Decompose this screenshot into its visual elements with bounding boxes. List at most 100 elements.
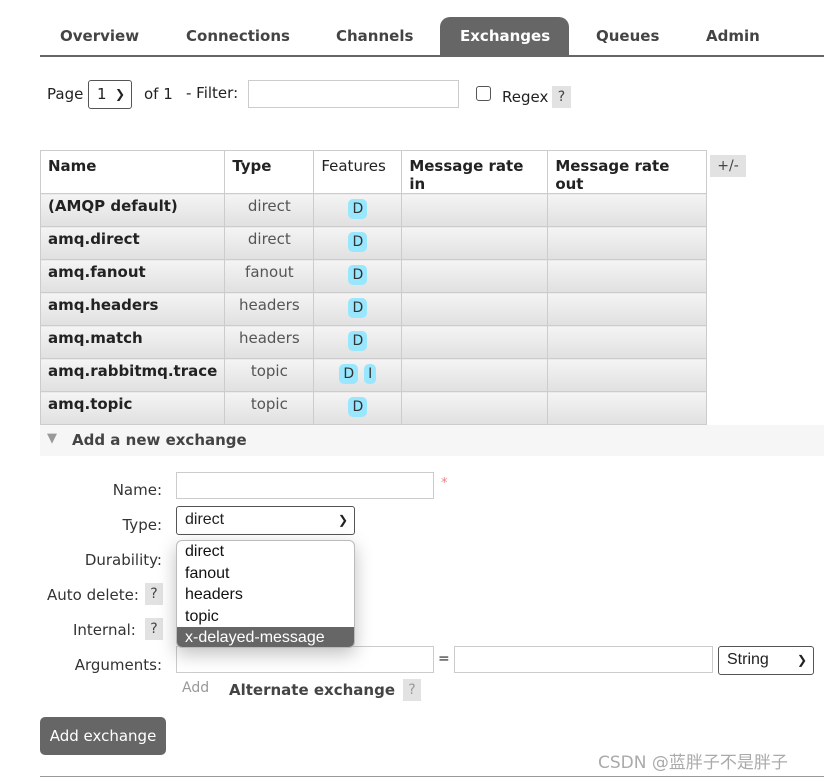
rate-in-cell [401, 259, 549, 293]
chevron-down-icon: ❯ [796, 653, 807, 667]
rate-out-cell [547, 193, 708, 227]
exchange-type: headers [224, 292, 315, 326]
exchange-name-link[interactable]: amq.topic [39, 391, 226, 425]
add-exchange-section-header[interactable]: ▼ Add a new exchange [40, 425, 824, 456]
auto-delete-help-button[interactable]: ? [145, 583, 163, 605]
section-title: Add a new exchange [72, 431, 247, 449]
exchanges-table: Name Type Features Message rate in Messa… [39, 150, 708, 425]
features-cell: D [313, 226, 403, 260]
table-row[interactable]: amq.headers headers D [39, 292, 708, 326]
type-option[interactable]: x-delayed-message [177, 627, 354, 647]
table-row[interactable]: (AMQP default) direct D [39, 193, 708, 227]
col-features: Features [313, 150, 403, 194]
regex-checkbox[interactable] [476, 86, 491, 101]
table-row[interactable]: amq.fanout fanout D [39, 259, 708, 293]
exchange-name-link[interactable]: amq.fanout [39, 259, 226, 293]
exchange-type: direct [224, 226, 315, 260]
tab-exchanges[interactable]: Exchanges [440, 17, 569, 56]
exchange-type: topic [224, 358, 315, 392]
equals-sign: = [438, 651, 450, 667]
type-dropdown-list: direct fanout headers topic x-delayed-messag… [176, 540, 355, 648]
page-label: Page [47, 85, 84, 103]
rate-in-cell [401, 391, 549, 425]
feature-badge: D [348, 397, 368, 417]
rate-in-cell [401, 358, 549, 392]
watermark: CSDN @蓝胖子不是胖子 [598, 753, 788, 773]
filter-input[interactable] [248, 80, 459, 108]
filter-label: - Filter: [186, 84, 239, 102]
col-name[interactable]: Name [39, 150, 226, 194]
argument-key-input[interactable] [176, 646, 434, 673]
rate-in-cell [401, 193, 549, 227]
arguments-label: Arguments: [74, 656, 162, 674]
exchange-name-link[interactable]: amq.rabbitmq.trace [39, 358, 226, 392]
add-argument-link[interactable]: Add [182, 680, 209, 696]
feature-badge: I [364, 364, 377, 384]
internal-label: Internal: [73, 621, 136, 639]
exchange-name-link[interactable]: (AMQP default) [39, 193, 226, 227]
page-value: 1 [97, 85, 107, 103]
features-cell: DI [313, 358, 403, 392]
auto-delete-label: Auto delete: [47, 586, 139, 604]
type-option[interactable]: headers [177, 584, 354, 606]
alternate-exchange-help-button[interactable]: ? [403, 679, 421, 701]
exchange-type: topic [224, 391, 315, 425]
col-type[interactable]: Type [224, 150, 315, 194]
rate-in-cell [401, 292, 549, 326]
table-row[interactable]: amq.direct direct D [39, 226, 708, 260]
tab-channels[interactable]: Channels [316, 17, 433, 56]
rate-out-cell [547, 226, 708, 260]
type-value: direct [185, 511, 225, 528]
rate-out-cell [547, 358, 708, 392]
rate-out-cell [547, 391, 708, 425]
type-option[interactable]: topic [177, 606, 354, 628]
exchange-name-link[interactable]: amq.match [39, 325, 226, 359]
features-cell: D [313, 193, 403, 227]
exchange-name-link[interactable]: amq.direct [39, 226, 226, 260]
argument-value-input[interactable] [454, 646, 713, 673]
nav-tabs: Overview Connections Channels Exchanges … [40, 17, 824, 57]
exchange-type: direct [224, 193, 315, 227]
exchange-type: fanout [224, 259, 315, 293]
rate-out-cell [547, 259, 708, 293]
toggle-columns-button[interactable]: +/- [710, 155, 746, 177]
col-rate-out: Message rate out [547, 150, 708, 194]
rate-in-cell [401, 226, 549, 260]
table-row[interactable]: amq.rabbitmq.trace topic D I [39, 358, 708, 392]
alternate-exchange-link[interactable]: Alternate exchange [229, 681, 395, 699]
page-select[interactable]: 1 ❯ [88, 80, 132, 109]
col-rate-in: Message rate in [401, 150, 549, 194]
rate-out-cell [547, 325, 708, 359]
feature-badge: D [348, 265, 368, 285]
argument-type-select[interactable]: String ❯ [718, 646, 814, 675]
add-exchange-button[interactable]: Add exchange [40, 717, 166, 755]
exchange-name-link[interactable]: amq.headers [39, 292, 226, 326]
feature-badge: D [348, 331, 368, 351]
feature-badge: D [339, 364, 359, 384]
feature-badge: D [348, 298, 368, 318]
feature-badge: D [348, 199, 368, 219]
exchange-name-input[interactable] [176, 472, 434, 499]
tab-admin[interactable]: Admin [686, 17, 780, 56]
type-option[interactable]: direct [177, 541, 354, 563]
type-label: Type: [122, 516, 162, 534]
exchange-type-select[interactable]: direct ❯ [176, 506, 355, 535]
features-cell: D [313, 391, 403, 425]
tab-queues[interactable]: Queues [576, 17, 679, 56]
rate-in-cell [401, 325, 549, 359]
page-of-label: of 1 [144, 85, 173, 103]
tab-overview[interactable]: Overview [40, 17, 159, 56]
chevron-down-icon: ❯ [114, 87, 125, 101]
internal-help-button[interactable]: ? [145, 618, 163, 640]
type-option[interactable]: fanout [177, 563, 354, 585]
table-row[interactable]: amq.topic topic D [39, 391, 708, 425]
features-cell: D [313, 292, 403, 326]
table-row[interactable]: amq.match headers D [39, 325, 708, 359]
table-header: Name Type Features Message rate in Messa… [39, 150, 708, 194]
tab-connections[interactable]: Connections [166, 17, 310, 56]
regex-help-button[interactable]: ? [552, 86, 571, 108]
features-cell: D [313, 259, 403, 293]
required-mark: * [441, 476, 448, 491]
regex-label: Regex [502, 88, 549, 106]
arg-type-value: String [727, 651, 769, 668]
